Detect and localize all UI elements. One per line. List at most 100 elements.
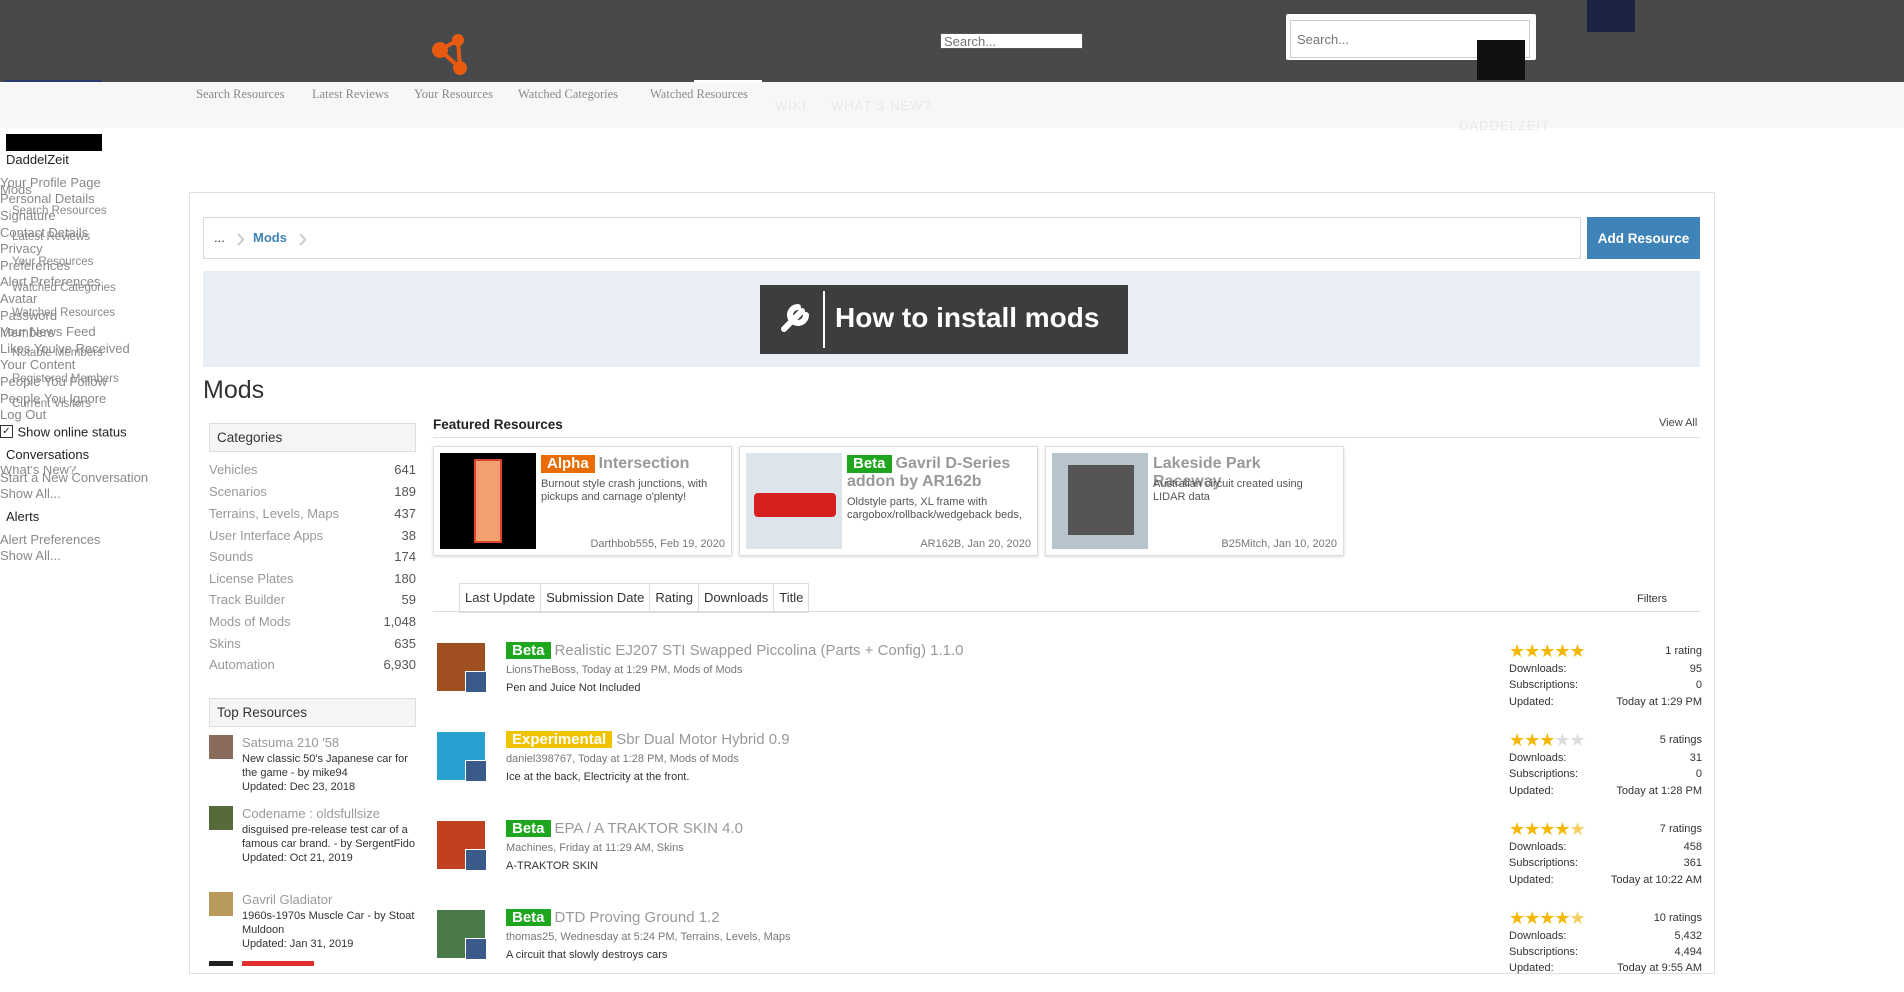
user-menu-item[interactable]: Signature [0,208,56,223]
user-menu-item[interactable]: Personal Details [0,191,95,206]
resource-version: 4.0 [722,820,743,837]
show-online-checkbox[interactable]: ✓ [0,425,13,439]
top-resource-item[interactable]: Codename : oldsfullsize disguised pre-re… [209,806,419,881]
subscriptions-stat: Subscriptions: 0 [1509,679,1702,691]
resource-meta: Machines, Friday at 11:29 AM, Skins [506,842,684,854]
resource-tagline: Pen and Juice Not Included [506,682,641,694]
category-item[interactable]: License Plates 180 [209,571,416,586]
logo-icon[interactable] [428,30,480,80]
category-item[interactable]: Vehicles 641 [209,462,416,477]
beta-badge: Beta [506,820,551,837]
user-menu-item[interactable]: Your Profile Page [0,175,101,190]
how-to-install-button[interactable]: How to install mods [760,285,1128,354]
category-item[interactable]: Skins 635 [209,636,416,651]
conversations-item[interactable]: Start a New Conversation [0,470,148,485]
user-menu-item[interactable]: Privacy [0,241,43,256]
author-avatar[interactable] [465,938,487,960]
user-menu-item[interactable]: People You Follow [0,374,107,389]
author-avatar[interactable] [465,671,487,693]
category-item[interactable]: Sounds 174 [209,549,416,564]
breadcrumb-home[interactable]: ... [214,230,225,245]
page-title: Mods [203,376,265,404]
nav-your-resources[interactable]: Your Resources [414,87,493,102]
nav-watched-categories[interactable]: Watched Categories [518,87,618,102]
nav-whats-new[interactable]: WHAT'S NEW? [831,98,932,113]
resource-title[interactable]: DTD Proving Ground [555,909,695,926]
tab-submission-date[interactable]: Submission Date [541,584,651,612]
alerts-item[interactable]: Show All... [0,548,61,563]
category-item[interactable]: Automation 6,930 [209,657,416,672]
search-input[interactable] [940,33,1083,49]
user-menu-item[interactable]: People You Ignore [0,391,106,406]
updated-stat: Updated: Today at 1:29 PM [1509,696,1702,708]
alerts-item[interactable]: Alert Preferences [0,532,100,547]
top-resource-thumb-partial [209,961,233,966]
user-menu-item[interactable]: Log Out [0,407,46,422]
featured-desc: Burnout style crash junctions, with pick… [541,478,708,503]
category-item[interactable]: Terrains, Levels, Maps 437 [209,506,416,521]
user-menu-item[interactable]: Password [0,308,57,323]
top-resource-red-bar [242,961,314,966]
featured-thumb [440,453,536,549]
resource-title[interactable]: Sbr Dual Motor Hybrid [616,731,764,748]
featured-title[interactable]: Intersection [599,455,690,472]
resource-title[interactable]: EPA / A TRAKTOR SKIN [555,820,718,837]
top-resource-item[interactable]: Gavril Gladiator 1960s-1970s Muscle Car … [209,892,419,952]
featured-divider [433,437,1700,438]
resource-thumb[interactable] [437,910,487,960]
nav-latest-reviews[interactable]: Latest Reviews [312,87,389,102]
category-item[interactable]: Scenarios 189 [209,484,416,499]
resource-meta: thomas25, Wednesday at 5:24 PM, Terrains… [506,931,791,943]
user-menu-username[interactable]: DaddelZeit [6,152,69,167]
author-avatar[interactable] [465,760,487,782]
user-menu-item[interactable]: Alert Preferences [0,274,100,289]
banner-divider [823,291,825,348]
resource-thumb[interactable] [437,732,487,782]
subscriptions-stat: Subscriptions: 361 [1509,857,1702,869]
resource-thumb[interactable] [437,821,487,871]
tab-downloads[interactable]: Downloads [699,584,775,612]
user-menu-item[interactable]: Contact Details [0,225,88,240]
view-all-link[interactable]: View All [1659,417,1697,429]
user-menu-item[interactable]: Your Content [0,357,75,372]
resource-meta: LionsTheBoss, Today at 1:29 PM, Mods of … [506,664,743,676]
featured-card[interactable]: Beta Gavril D-Series addon by AR162b Olds… [739,446,1038,556]
resource-version: 1.2 [698,909,720,926]
nav-search-resources[interactable]: Search Resources [196,87,285,102]
breadcrumb-mods[interactable]: Mods [253,230,287,245]
resource-version: 1.1.0 [930,642,964,659]
conversations-item[interactable]: Show All... [0,486,61,501]
resource-thumb[interactable] [437,643,487,693]
tab-rating[interactable]: Rating [650,584,699,612]
nav-watched-resources[interactable]: Watched Resources [650,87,748,102]
tab-last-update[interactable]: Last Update [460,584,542,612]
tab-title[interactable]: Title [774,584,808,612]
nav-wiki[interactable]: WIKI [775,98,807,113]
alerts-title[interactable]: Alerts [6,509,39,524]
updated-stat: Updated: Today at 9:55 AM [1509,962,1702,974]
downloads-stat: Downloads: 95 [1509,663,1702,675]
category-item[interactable]: Track Builder 59 [209,592,416,607]
author-avatar[interactable] [465,849,487,871]
top-resource-item[interactable]: Satsuma 210 '58 New classic 50's Japanes… [209,735,419,795]
downloads-stat: Downloads: 5,432 [1509,930,1702,942]
filters-button[interactable]: Filters [1637,593,1667,605]
rating-count: 1 rating [1665,645,1702,657]
resource-title[interactable]: Realistic EJ207 STI Swapped Piccolina (P… [555,642,926,659]
user-menu-item[interactable]: Preferences [0,258,70,273]
nav-user[interactable]: DADDELZEIT [1459,118,1550,133]
resource-tagline: A circuit that slowly destroys cars [506,949,668,961]
user-menu-item[interactable]: Avatar [0,291,37,306]
user-menu-item[interactable]: Likes You've Received [0,341,130,356]
sort-tabs: Last Update Submission Date Rating Download… [459,583,810,613]
featured-card[interactable]: Alpha Intersection Burnout style crash ju… [433,446,732,556]
avatar[interactable] [1587,0,1635,32]
breadcrumb-separator-icon: › [236,222,246,253]
featured-card[interactable]: Lakeside Park Raceway Australian circuit… [1045,446,1344,556]
add-resource-button[interactable]: Add Resource [1587,217,1700,259]
user-menu-item[interactable]: Your News Feed [0,324,96,339]
conversations-title[interactable]: Conversations [6,447,89,462]
category-item[interactable]: User Interface Apps 38 [209,528,416,543]
category-item[interactable]: Mods of Mods 1,048 [209,614,416,629]
beta-badge: Beta [847,455,892,473]
